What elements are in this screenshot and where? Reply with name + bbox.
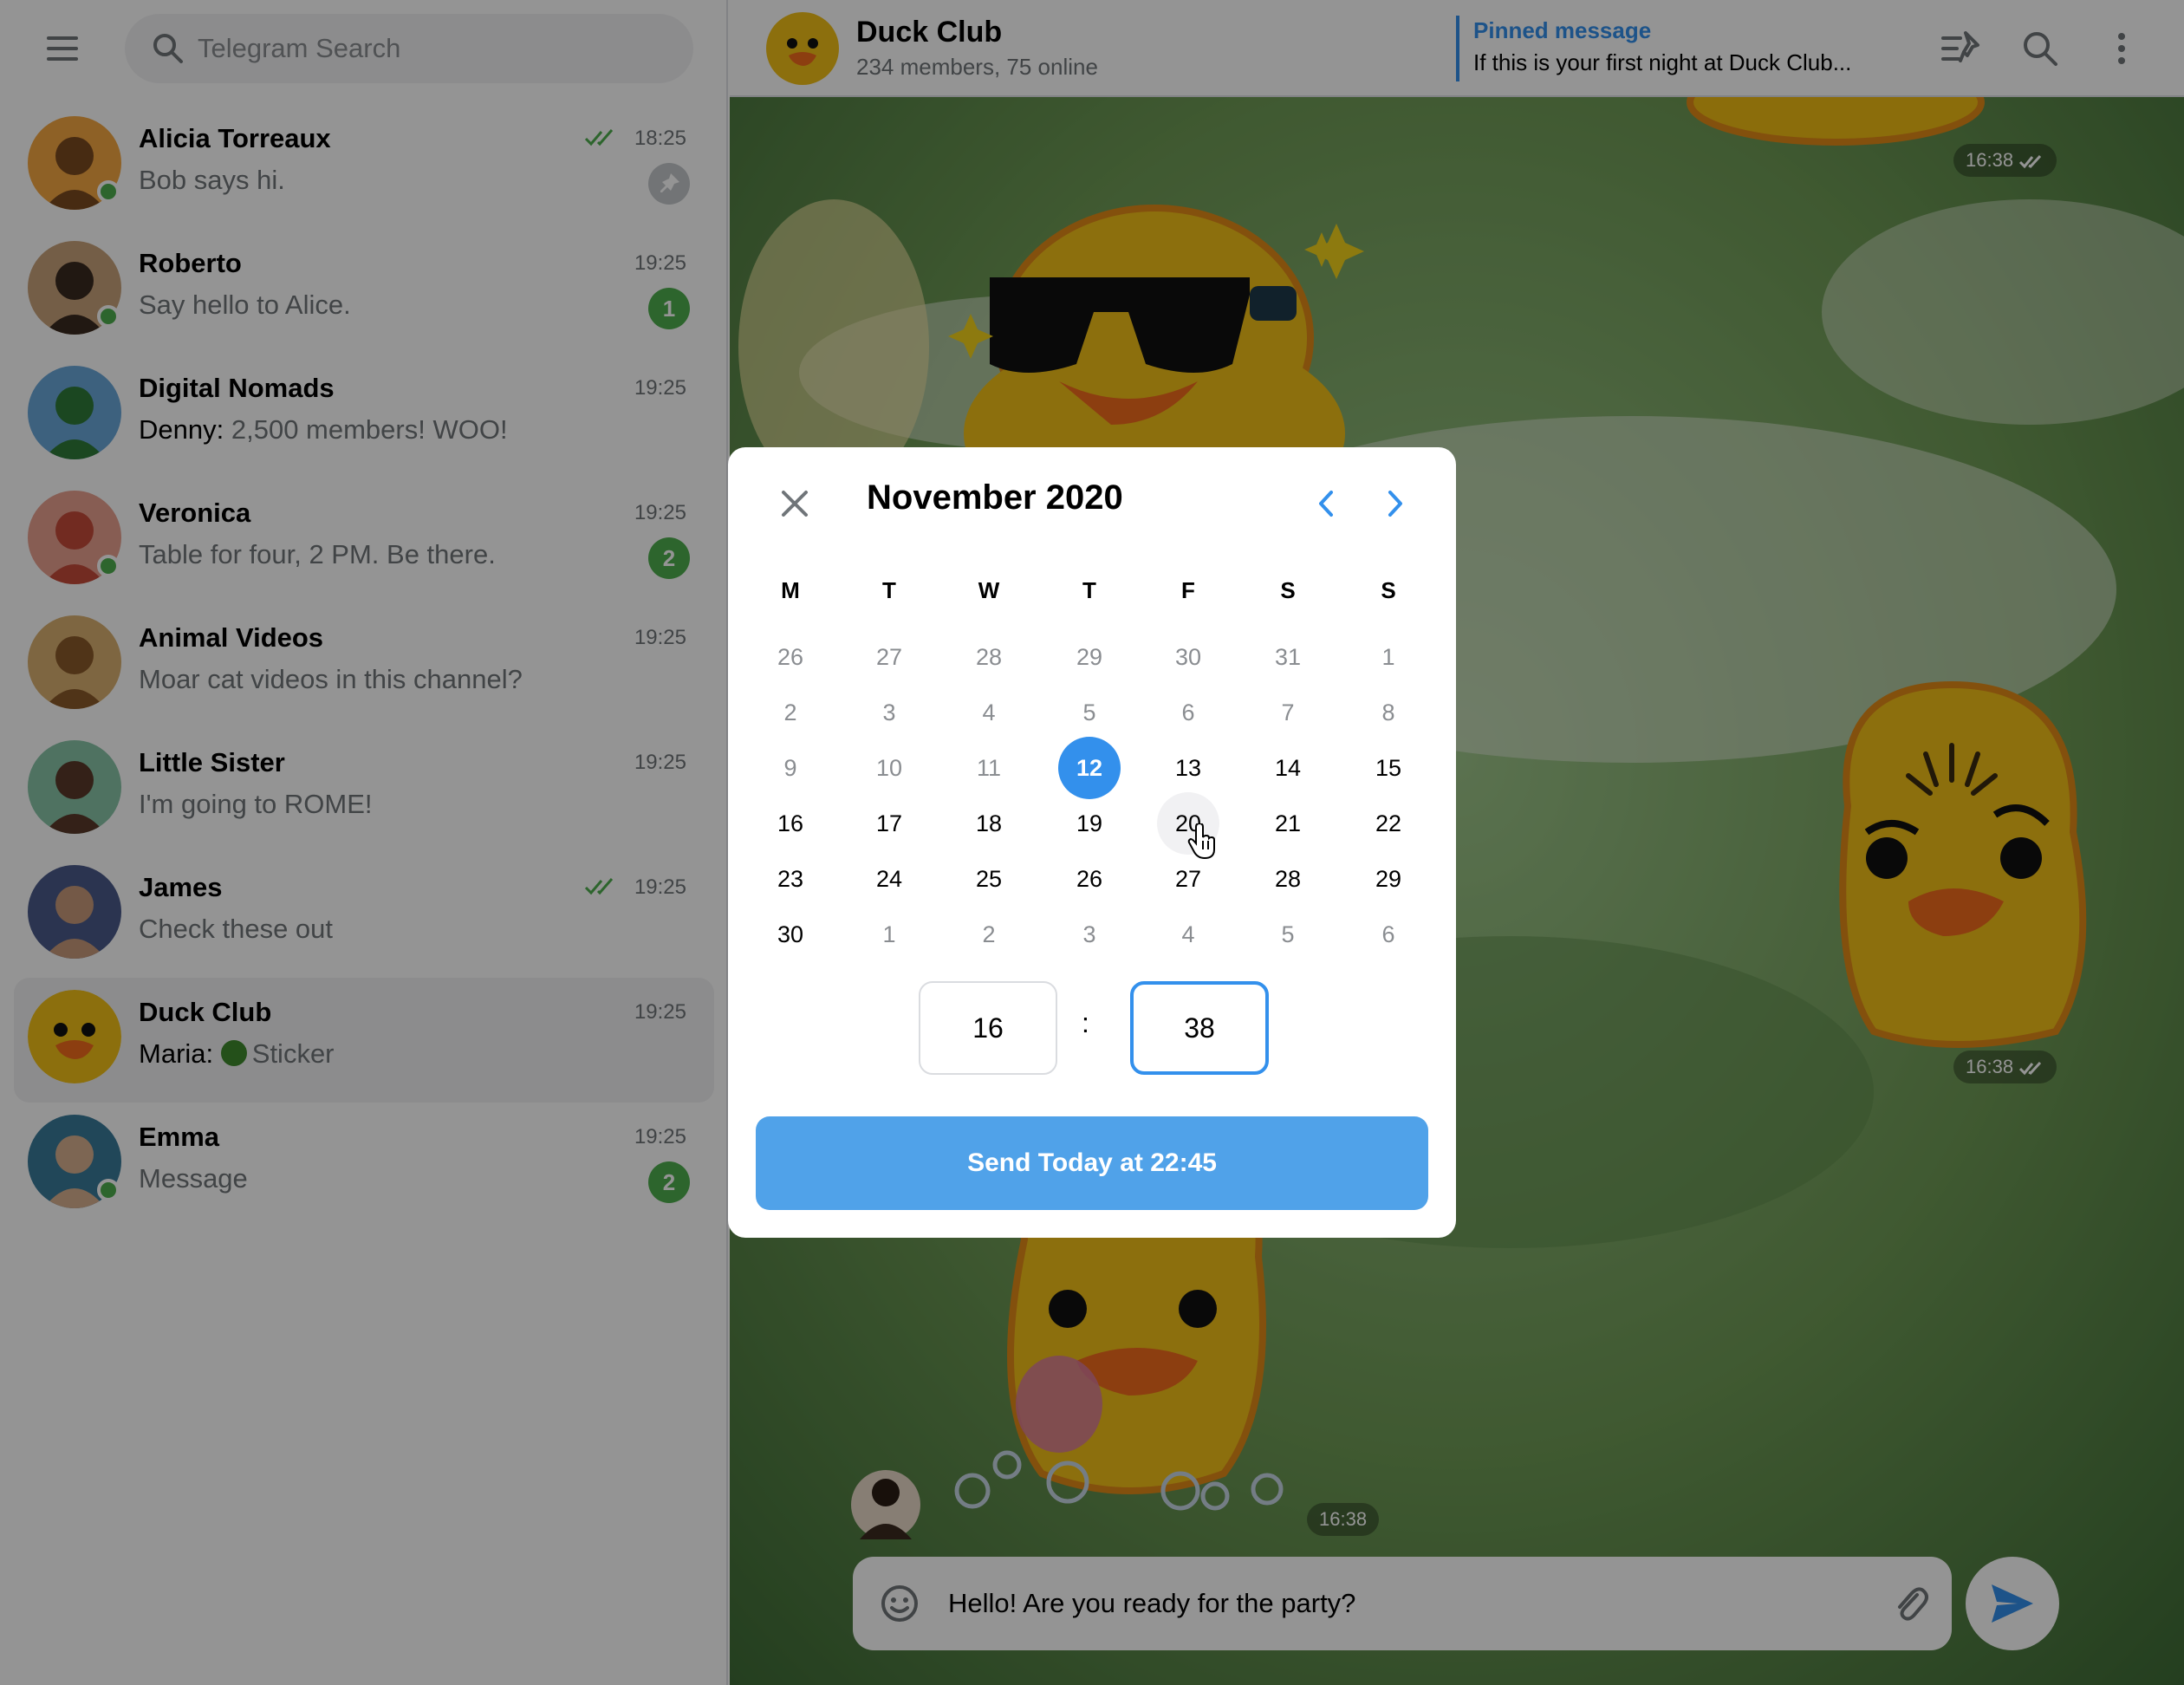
calendar-day[interactable]: 17 [858, 792, 920, 855]
calendar-day[interactable]: 11 [958, 737, 1020, 799]
calendar-day[interactable]: 8 [1357, 681, 1420, 744]
month-title: November 2020 [867, 478, 1123, 517]
calendar-day[interactable]: 26 [1058, 848, 1121, 910]
calendar-day[interactable]: 29 [1357, 848, 1420, 910]
weekday-label: W [978, 577, 1000, 603]
calendar-day[interactable]: 2 [759, 681, 822, 744]
chevron-left-icon[interactable] [1303, 480, 1350, 527]
close-icon[interactable] [771, 480, 818, 527]
calendar-day[interactable]: 4 [958, 681, 1020, 744]
calendar-day[interactable]: 19 [1058, 792, 1121, 855]
weekday-label: M [781, 577, 800, 603]
calendar-day[interactable]: 30 [1157, 626, 1219, 688]
minute-input[interactable] [1130, 981, 1269, 1075]
calendar-day[interactable]: 25 [958, 848, 1020, 910]
calendar-day[interactable]: 5 [1257, 903, 1319, 966]
calendar-day[interactable]: 2 [958, 903, 1020, 966]
weekday-label: F [1181, 577, 1195, 603]
hand-cursor-icon [1187, 823, 1215, 860]
calendar-days-grid: 26 27 28 29 30 31 1 2 3 4 5 6 7 8 9 10 11 12 13 14 15 16 17 18 1… [728, 629, 1456, 962]
calendar-day[interactable]: 14 [1257, 737, 1319, 799]
calendar-day[interactable]: 30 [759, 903, 822, 966]
calendar-day[interactable]: 3 [1058, 903, 1121, 966]
calendar-day[interactable]: 16 [759, 792, 822, 855]
weekday-label: T [882, 577, 896, 603]
schedule-calendar-dialog: November 2020 MTWTFSS 26 27 28 29 30 31 1 2 3 4 5 6… [728, 447, 1456, 1238]
calendar-day[interactable]: 10 [858, 737, 920, 799]
calendar-day[interactable]: 6 [1157, 681, 1219, 744]
calendar-day[interactable]: 4 [1157, 903, 1219, 966]
calendar-day[interactable]: 1 [858, 903, 920, 966]
calendar-day[interactable]: 3 [858, 681, 920, 744]
chevron-right-icon[interactable] [1371, 480, 1418, 527]
calendar-day[interactable]: 23 [759, 848, 822, 910]
calendar-day[interactable]: 21 [1257, 792, 1319, 855]
calendar-day[interactable]: 29 [1058, 626, 1121, 688]
calendar-day[interactable]: 1 [1357, 626, 1420, 688]
calendar-day[interactable]: 27 [858, 626, 920, 688]
calendar-day[interactable]: 31 [1257, 626, 1319, 688]
weekday-label: S [1280, 577, 1296, 603]
calendar-day[interactable]: 6 [1357, 903, 1420, 966]
calendar-day[interactable]: 9 [759, 737, 822, 799]
calendar-day[interactable]: 5 [1058, 681, 1121, 744]
send-scheduled-button[interactable]: Send Today at 22:45 [756, 1116, 1428, 1210]
calendar-day[interactable]: 28 [958, 626, 1020, 688]
hour-input[interactable] [919, 981, 1057, 1075]
calendar-day[interactable]: 13 [1157, 737, 1219, 799]
weekday-label: S [1381, 577, 1396, 603]
weekday-header: MTWTFSS [728, 577, 1456, 612]
calendar-day[interactable]: 15 [1357, 737, 1420, 799]
calendar-day-selected[interactable]: 12 [1058, 737, 1121, 799]
time-separator: : [1082, 1007, 1089, 1038]
calendar-day[interactable]: 7 [1257, 681, 1319, 744]
calendar-day[interactable]: 24 [858, 848, 920, 910]
calendar-day[interactable]: 18 [958, 792, 1020, 855]
calendar-day[interactable]: 22 [1357, 792, 1420, 855]
calendar-day[interactable]: 28 [1257, 848, 1319, 910]
calendar-day[interactable]: 26 [759, 626, 822, 688]
weekday-label: T [1082, 577, 1096, 603]
